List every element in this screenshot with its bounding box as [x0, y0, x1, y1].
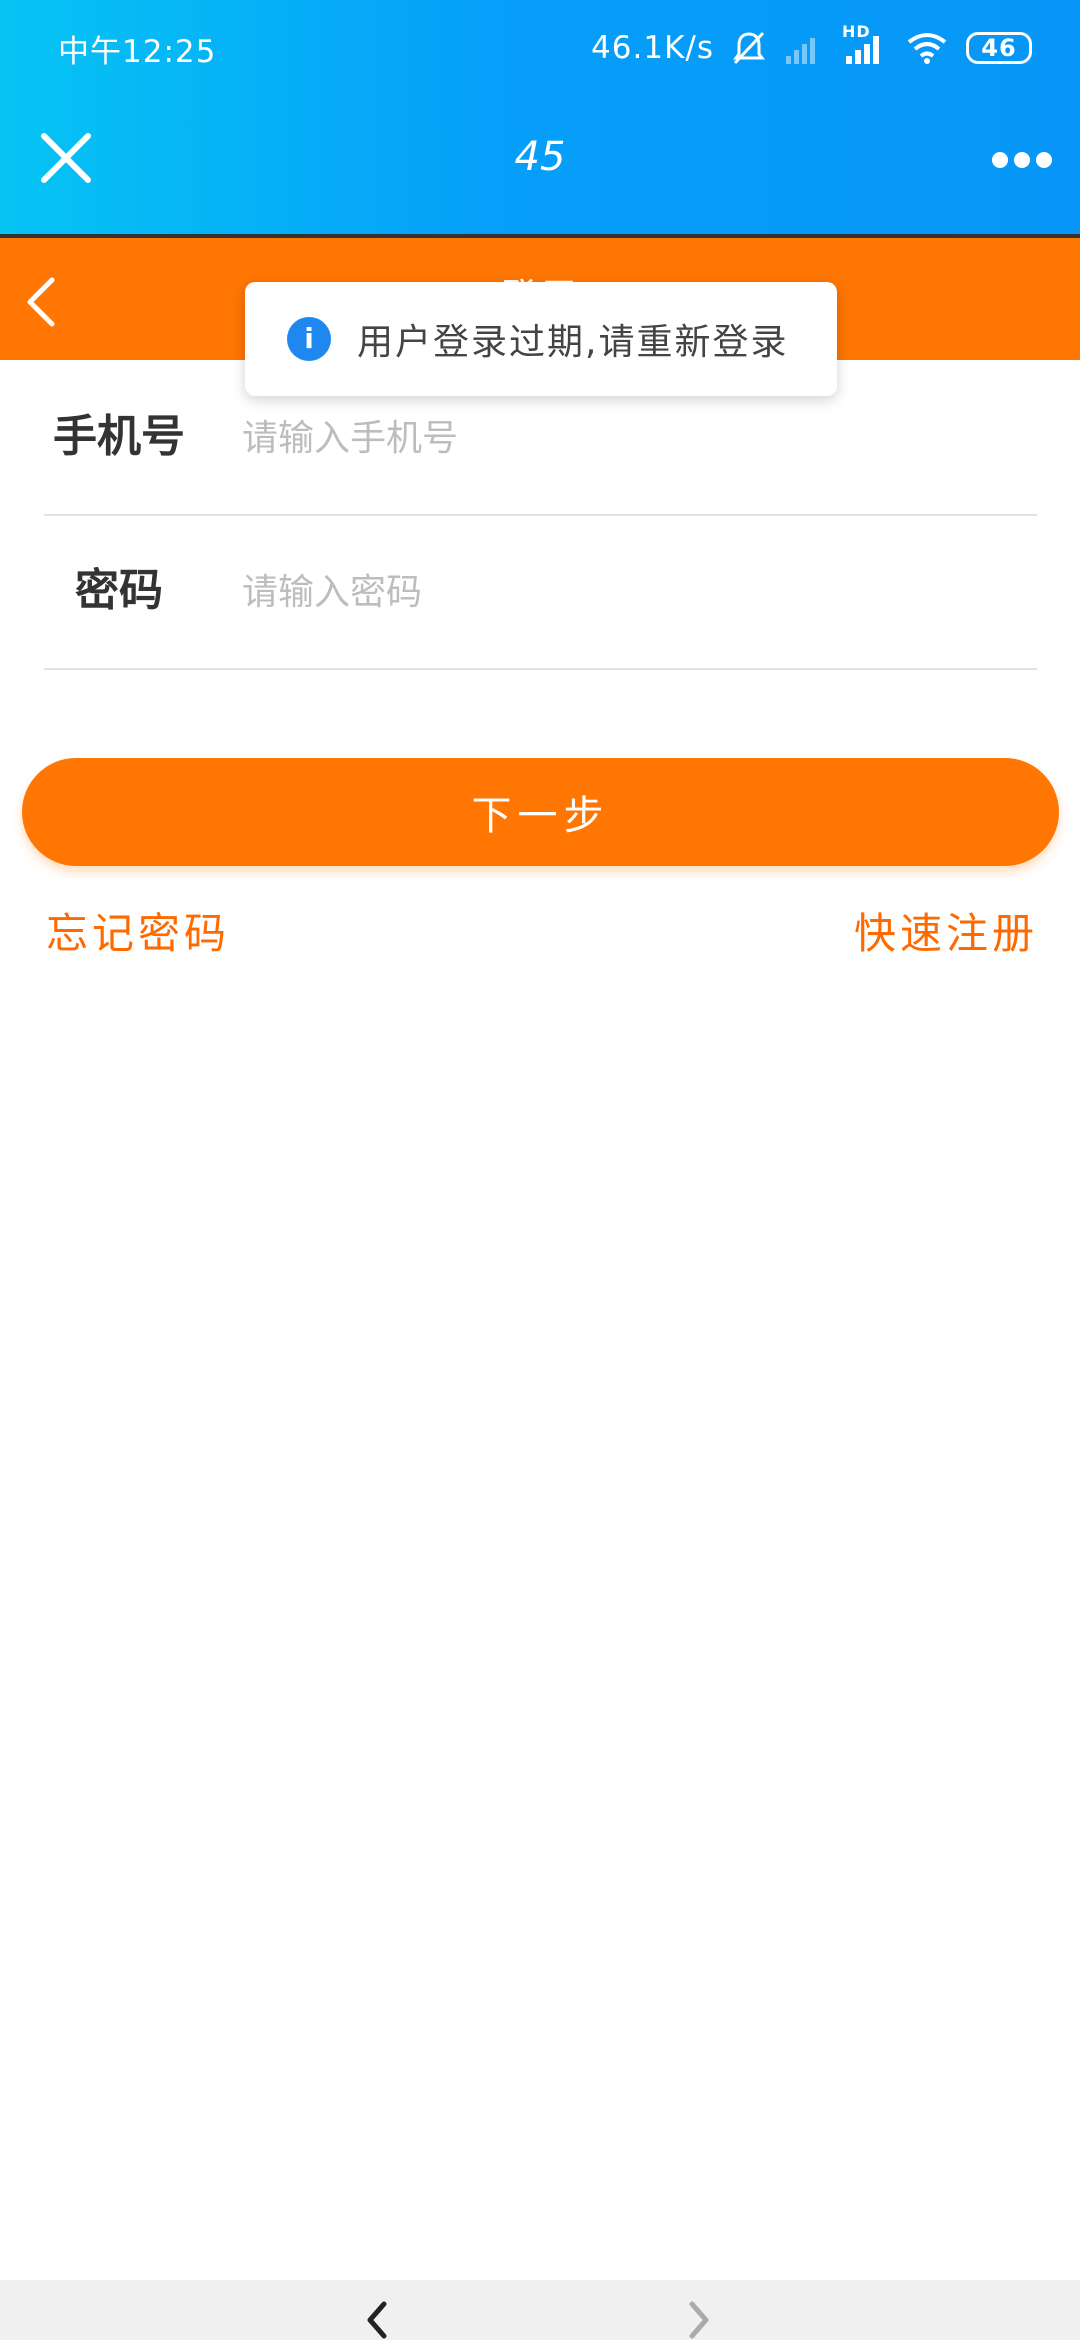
toast-text: 用户登录过期,请重新登录: [357, 322, 789, 363]
wifi-icon: [906, 30, 948, 66]
phone-label: 手机号: [53, 411, 185, 462]
chevron-left-icon: [367, 2301, 387, 2339]
more-icon: [992, 152, 1052, 168]
network-speed: 46.1K/s: [591, 30, 714, 66]
nav-forward-button[interactable]: [682, 2298, 716, 2340]
password-row: 密码: [44, 516, 1037, 670]
battery-icon: 46: [966, 32, 1032, 64]
status-bar: 中午12:25 46.1K/s HD 46: [0, 0, 1080, 96]
signal-hd-icon: HD: [842, 22, 888, 66]
password-input[interactable]: [240, 560, 1020, 624]
status-icons: 46.1K/s HD 46: [591, 22, 1032, 66]
app-title: 45: [514, 134, 566, 180]
toast-message: i 用户登录过期,请重新登录: [245, 282, 837, 396]
forgot-password-link[interactable]: 忘记密码: [46, 900, 230, 961]
chevron-right-icon: [689, 2301, 709, 2339]
more-button[interactable]: [990, 140, 1054, 180]
mute-icon: [732, 30, 766, 66]
app-bar: 45: [0, 96, 1080, 234]
top-bar: 中午12:25 46.1K/s HD 46 45: [0, 0, 1080, 234]
bottom-nav-bar: [0, 2280, 1080, 2340]
status-time: 中午12:25: [58, 33, 217, 70]
nav-back-button[interactable]: [360, 2298, 394, 2340]
password-label: 密码: [75, 565, 163, 616]
quick-register-link[interactable]: 快速注册: [854, 900, 1038, 961]
signal-empty-icon: [784, 30, 824, 66]
info-icon: i: [287, 317, 331, 361]
phone-input[interactable]: [240, 406, 1020, 470]
signal-hd-label: HD: [842, 22, 871, 41]
next-button[interactable]: 下一步: [22, 758, 1059, 866]
